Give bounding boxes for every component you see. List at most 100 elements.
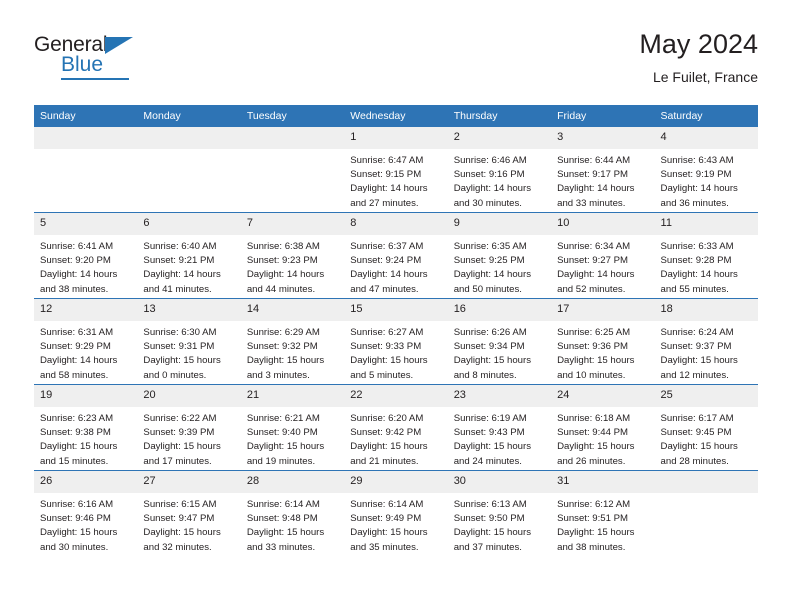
day-number: 11: [654, 213, 758, 235]
calendar-day-cell[interactable]: 3 Sunrise: 6:44 AM Sunset: 9:17 PM Daylight…: [551, 127, 655, 213]
daylight-line-1: Daylight: 14 hours: [40, 269, 118, 281]
sunset-time: Sunset: 9:15 PM: [350, 169, 422, 181]
calendar-week-row: 26 Sunrise: 6:16 AM Sunset: 9:46 PM Dayligh…: [34, 470, 758, 556]
sunset-time: Sunset: 9:40 PM: [246, 427, 318, 439]
calendar-day-cell[interactable]: 5 Sunrise: 6:41 AM Sunset: 9:20 PM Daylight…: [34, 212, 138, 299]
weekday-header-friday: Friday: [551, 105, 655, 127]
weekday-header-monday: Monday: [137, 105, 241, 127]
daylight-line-1: Daylight: 14 hours: [143, 269, 221, 281]
calendar-day-cell[interactable]: 21 Sunrise: 6:21 AM Sunset: 9:40 PM Dayligh…: [240, 384, 345, 471]
sunset-time: Sunset: 9:25 PM: [453, 255, 525, 267]
calendar-day-cell[interactable]: 26 Sunrise: 6:16 AM Sunset: 9:46 PM Dayligh…: [34, 470, 138, 556]
calendar-day-cell[interactable]: 6 Sunrise: 6:40 AM Sunset: 9:21 PM Daylight…: [137, 212, 241, 299]
sunset-time: Sunset: 9:29 PM: [40, 341, 111, 353]
calendar-day-cell[interactable]: 20 Sunrise: 6:22 AM Sunset: 9:39 PM Dayligh…: [137, 384, 241, 471]
day-info: Sunrise: 6:44 AM Sunset: 9:17 PM Daylight:…: [551, 149, 654, 212]
sunset-time: Sunset: 9:31 PM: [143, 341, 215, 353]
calendar-day-cell[interactable]: 19 Sunrise: 6:23 AM Sunset: 9:38 PM Dayligh…: [34, 384, 138, 471]
day-info: [137, 149, 240, 212]
logo-triangle-icon: [105, 37, 133, 54]
daylight-line-2: and 55 minutes.: [660, 283, 729, 295]
calendar-day-cell[interactable]: 30 Sunrise: 6:13 AM Sunset: 9:50 PM Dayligh…: [447, 470, 552, 556]
day-info: Sunrise: 6:38 AM Sunset: 9:23 PM Daylight:…: [241, 235, 344, 298]
calendar-day-cell[interactable]: 18 Sunrise: 6:24 AM Sunset: 9:37 PM Dayligh…: [654, 298, 758, 385]
calendar-day-cell[interactable]: 24 Sunrise: 6:18 AM Sunset: 9:44 PM Dayligh…: [551, 384, 655, 471]
daylight-line-1: Daylight: 14 hours: [660, 269, 738, 281]
calendar-day-cell[interactable]: 14 Sunrise: 6:29 AM Sunset: 9:32 PM Dayligh…: [240, 298, 345, 385]
daylight-line-1: Daylight: 15 hours: [40, 527, 118, 539]
daylight-line-1: Daylight: 14 hours: [453, 183, 532, 195]
daylight-line-2: and 24 minutes.: [453, 455, 522, 467]
calendar-day-cell[interactable]: 27 Sunrise: 6:15 AM Sunset: 9:47 PM Dayligh…: [137, 470, 241, 556]
calendar-day-cell[interactable]: 22 Sunrise: 6:20 AM Sunset: 9:42 PM Dayligh…: [344, 384, 448, 471]
sunset-time: Sunset: 9:43 PM: [453, 427, 525, 439]
daylight-line-2: and 32 minutes.: [143, 541, 212, 553]
daylight-line-2: and 41 minutes.: [143, 283, 212, 295]
daylight-line-2: and 44 minutes.: [246, 283, 316, 295]
daylight-line-1: Daylight: 14 hours: [350, 183, 428, 195]
sunrise-time: Sunrise: 6:19 AM: [453, 413, 527, 424]
day-number: 12: [34, 299, 138, 321]
calendar-day-cell[interactable]: 4 Sunrise: 6:43 AM Sunset: 9:19 PM Daylight…: [654, 127, 758, 213]
daylight-line-1: Daylight: 15 hours: [557, 355, 635, 367]
sunrise-time: Sunrise: 6:29 AM: [246, 327, 320, 338]
daylight-line-1: Daylight: 15 hours: [453, 355, 532, 367]
sunrise-time: Sunrise: 6:46 AM: [453, 155, 527, 166]
calendar-day-cell[interactable]: 29 Sunrise: 6:14 AM Sunset: 9:49 PM Dayligh…: [344, 470, 448, 556]
logo-underline: [61, 78, 129, 80]
day-number: [137, 127, 241, 149]
sunrise-time: Sunrise: 6:12 AM: [557, 499, 631, 510]
calendar-day-cell[interactable]: 1 Sunrise: 6:47 AM Sunset: 9:15 PM Daylight…: [344, 127, 448, 213]
calendar-day-cell[interactable]: 7 Sunrise: 6:38 AM Sunset: 9:23 PM Daylight…: [240, 212, 345, 299]
calendar-day-cell[interactable]: 31 Sunrise: 6:12 AM Sunset: 9:51 PM Dayligh…: [551, 470, 655, 556]
daylight-line-1: Daylight: 15 hours: [143, 355, 221, 367]
sunset-time: Sunset: 9:50 PM: [453, 513, 525, 525]
day-info: Sunrise: 6:33 AM Sunset: 9:28 PM Daylight:…: [655, 235, 758, 298]
sunrise-time: Sunrise: 6:37 AM: [350, 241, 424, 252]
day-info: Sunrise: 6:27 AM Sunset: 9:33 PM Daylight:…: [344, 321, 447, 384]
daylight-line-1: Daylight: 15 hours: [350, 355, 428, 367]
day-info: Sunrise: 6:20 AM Sunset: 9:42 PM Daylight:…: [344, 407, 447, 470]
calendar-day-cell[interactable]: 17 Sunrise: 6:25 AM Sunset: 9:36 PM Dayligh…: [551, 298, 655, 385]
sunrise-time: Sunrise: 6:22 AM: [143, 413, 217, 424]
day-number: 29: [344, 471, 448, 493]
day-info: Sunrise: 6:19 AM Sunset: 9:43 PM Daylight:…: [448, 407, 551, 470]
sunrise-time: Sunrise: 6:43 AM: [660, 155, 734, 166]
day-number: 20: [137, 385, 241, 407]
day-number: 15: [344, 299, 448, 321]
calendar-day-cell[interactable]: 2 Sunrise: 6:46 AM Sunset: 9:16 PM Daylight…: [447, 127, 552, 213]
calendar-day-cell[interactable]: 16 Sunrise: 6:26 AM Sunset: 9:34 PM Dayligh…: [447, 298, 552, 385]
daylight-line-2: and 50 minutes.: [453, 283, 522, 295]
calendar-day-cell[interactable]: 15 Sunrise: 6:27 AM Sunset: 9:33 PM Dayligh…: [344, 298, 448, 385]
day-info: Sunrise: 6:24 AM Sunset: 9:37 PM Daylight:…: [655, 321, 758, 384]
daylight-line-2: and 33 minutes.: [557, 197, 626, 209]
daylight-line-2: and 26 minutes.: [557, 455, 626, 467]
calendar-day-cell[interactable]: 11 Sunrise: 6:33 AM Sunset: 9:28 PM Dayligh…: [654, 212, 758, 299]
day-info: Sunrise: 6:18 AM Sunset: 9:44 PM Daylight:…: [551, 407, 654, 470]
sunrise-time: Sunrise: 6:35 AM: [453, 241, 527, 252]
calendar-day-cell-empty: [34, 127, 138, 213]
calendar-day-cell[interactable]: 23 Sunrise: 6:19 AM Sunset: 9:43 PM Dayligh…: [447, 384, 552, 471]
calendar-day-cell[interactable]: 28 Sunrise: 6:14 AM Sunset: 9:48 PM Dayligh…: [240, 470, 345, 556]
daylight-line-1: Daylight: 15 hours: [40, 441, 118, 453]
day-info: Sunrise: 6:25 AM Sunset: 9:36 PM Daylight:…: [551, 321, 654, 384]
day-info: [655, 493, 758, 556]
calendar-day-cell[interactable]: 8 Sunrise: 6:37 AM Sunset: 9:24 PM Daylight…: [344, 212, 448, 299]
day-info: Sunrise: 6:29 AM Sunset: 9:32 PM Daylight:…: [241, 321, 344, 384]
daylight-line-2: and 3 minutes.: [246, 369, 310, 381]
sunset-time: Sunset: 9:51 PM: [557, 513, 629, 525]
calendar-day-cell[interactable]: 13 Sunrise: 6:30 AM Sunset: 9:31 PM Dayligh…: [137, 298, 241, 385]
daylight-line-1: Daylight: 14 hours: [350, 269, 428, 281]
calendar-week-row: 1 Sunrise: 6:47 AM Sunset: 9:15 PM Daylight…: [34, 127, 758, 213]
daylight-line-1: Daylight: 15 hours: [246, 441, 325, 453]
calendar-day-cell[interactable]: 12 Sunrise: 6:31 AM Sunset: 9:29 PM Dayligh…: [34, 298, 138, 385]
daylight-line-2: and 35 minutes.: [350, 541, 419, 553]
sunset-time: Sunset: 9:38 PM: [40, 427, 111, 439]
daylight-line-2: and 33 minutes.: [246, 541, 316, 553]
day-info: Sunrise: 6:47 AM Sunset: 9:15 PM Daylight:…: [344, 149, 447, 212]
calendar-day-cell[interactable]: 25 Sunrise: 6:17 AM Sunset: 9:45 PM Dayligh…: [654, 384, 758, 471]
calendar-week-row: 12 Sunrise: 6:31 AM Sunset: 9:29 PM Dayligh…: [34, 298, 758, 385]
calendar-day-cell[interactable]: 9 Sunrise: 6:35 AM Sunset: 9:25 PM Daylight…: [447, 212, 552, 299]
calendar-day-cell[interactable]: 10 Sunrise: 6:34 AM Sunset: 9:27 PM Dayligh…: [551, 212, 655, 299]
sunrise-time: Sunrise: 6:20 AM: [350, 413, 424, 424]
